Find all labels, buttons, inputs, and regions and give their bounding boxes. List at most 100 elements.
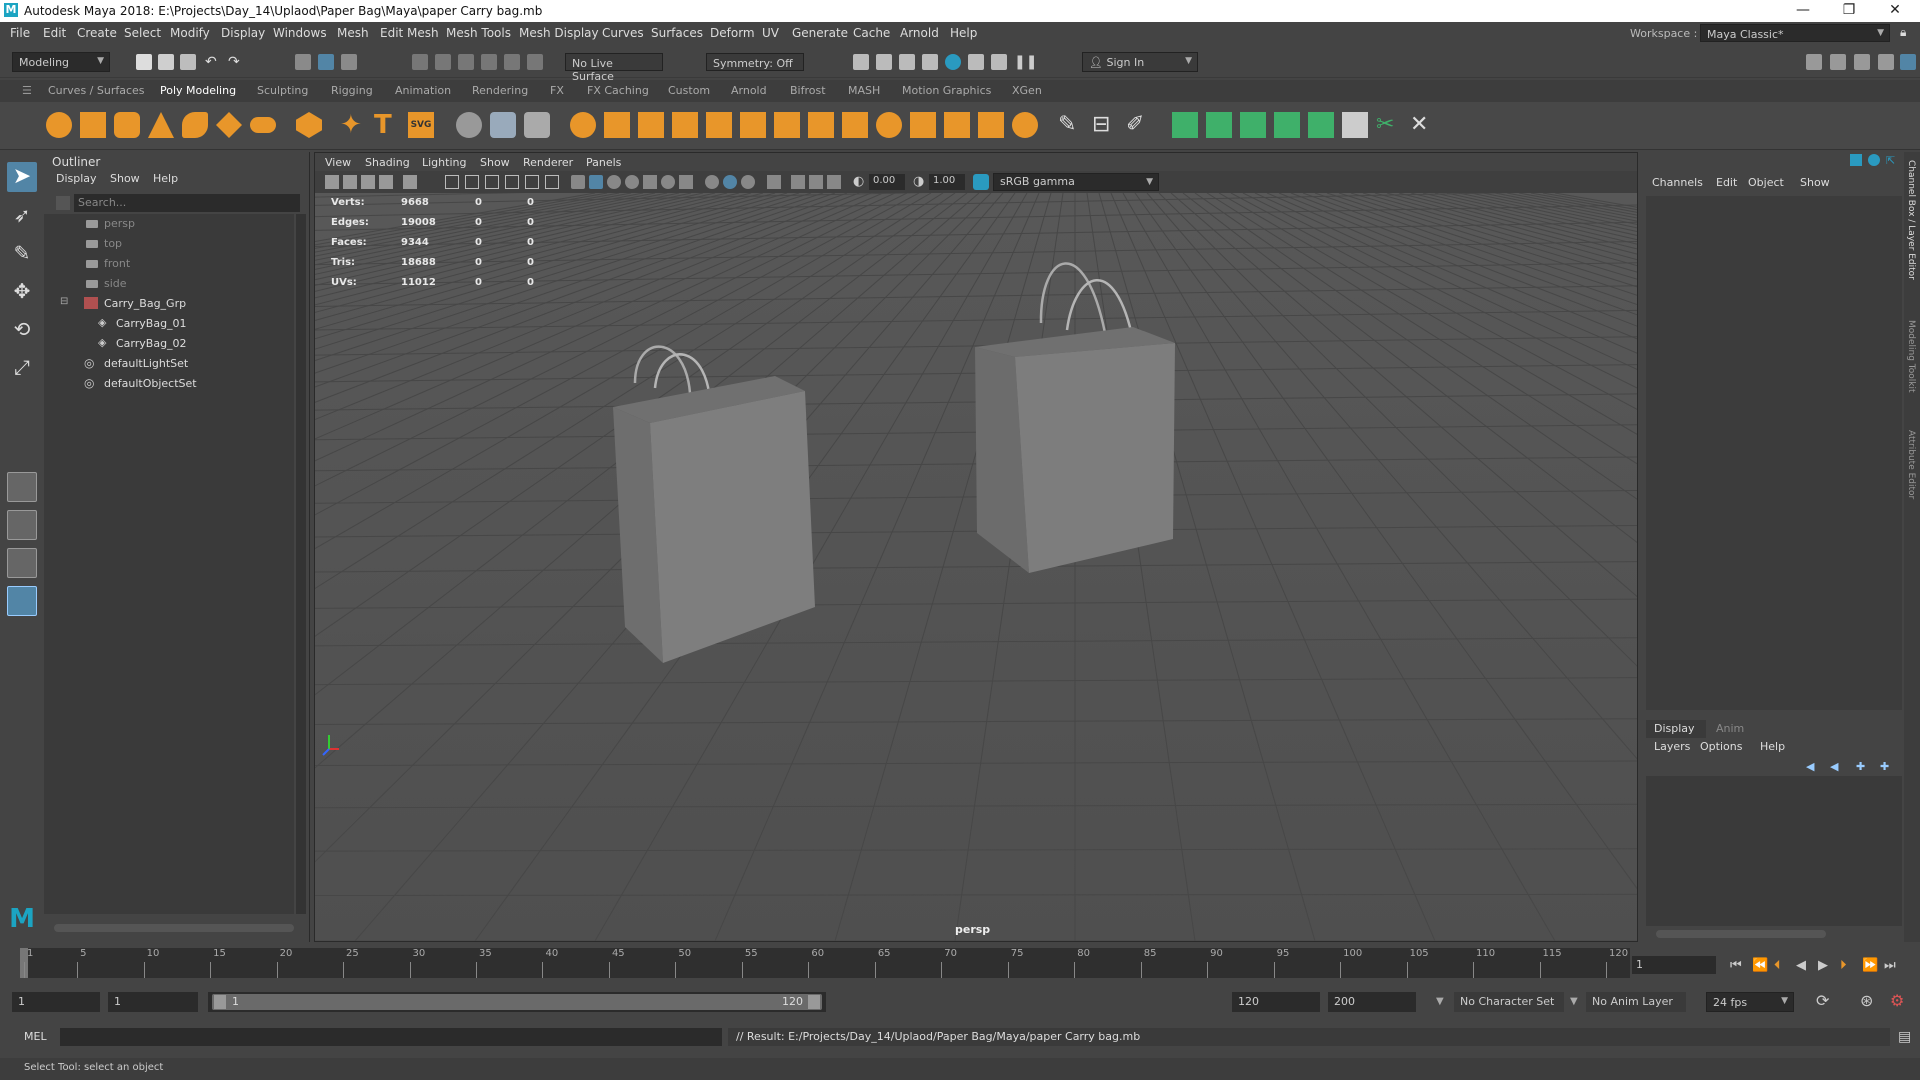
menu-modify[interactable]: Modify <box>170 26 210 40</box>
channel-box-icon[interactable] <box>1850 154 1862 166</box>
wedge-icon[interactable] <box>1012 112 1038 138</box>
menu-uv[interactable]: UV <box>762 26 779 40</box>
pause-viewport-icon[interactable]: ❚❚ <box>1014 54 1037 70</box>
shelf-tab-rendering[interactable]: Rendering <box>472 84 528 97</box>
shelf-tab-fx[interactable]: FX <box>550 84 564 97</box>
timeline-track[interactable]: 1 5 10 15 20 25 30 35 40 45 50 55 60 65 70 75 80 85 90 95 10… <box>20 948 1630 978</box>
checker-icon[interactable] <box>1342 112 1368 138</box>
select-by-hierarchy-icon[interactable] <box>295 54 311 70</box>
platonic-solid-icon[interactable] <box>296 112 322 138</box>
layer-menu-options[interactable]: Options <box>1700 740 1742 753</box>
outliner-search-input[interactable]: Search... <box>74 194 300 212</box>
animation-end-field[interactable]: 200 <box>1328 992 1416 1012</box>
fill-hole-icon[interactable] <box>740 112 766 138</box>
layer-tab-display[interactable]: Display <box>1654 722 1695 735</box>
view-transform-dropdown[interactable]: sRGB gamma ▼ <box>993 173 1159 191</box>
filter-icon[interactable] <box>56 196 70 210</box>
motion-blur-icon[interactable] <box>723 175 737 189</box>
edge-loop-icon[interactable]: ⊟ <box>1092 112 1118 138</box>
shelf-tab-motion-graphics[interactable]: Motion Graphics <box>902 84 991 97</box>
grease-pencil-icon[interactable] <box>403 175 417 189</box>
lasso-tool-icon[interactable]: ➶ <box>7 200 37 230</box>
menu-cache[interactable]: Cache <box>853 26 890 40</box>
textured-icon[interactable] <box>643 175 657 189</box>
light-editor-icon[interactable] <box>991 54 1007 70</box>
shelf-tab-fx-caching[interactable]: FX Caching <box>587 84 649 97</box>
menu-curves[interactable]: Curves <box>602 26 644 40</box>
bevel-icon[interactable] <box>910 112 936 138</box>
range-start-grip[interactable] <box>214 995 226 1009</box>
mirror-icon[interactable] <box>706 112 732 138</box>
loop-icon[interactable]: ⟳ <box>1816 991 1829 1010</box>
safe-action-icon[interactable] <box>545 175 559 189</box>
range-bar[interactable]: 1 120 <box>208 992 826 1012</box>
outliner-item-defaultlightset[interactable]: ◎ defaultLightSet <box>44 354 294 374</box>
range-end-grip[interactable] <box>808 995 820 1009</box>
pin-icon[interactable]: ⇱ <box>1886 154 1895 167</box>
viewport-menu-view[interactable]: View <box>325 156 351 169</box>
scale-tool-icon[interactable]: ⤢ <box>7 352 37 382</box>
modeling-toolkit-icon[interactable] <box>1806 54 1822 70</box>
side-tab-channel-box[interactable]: Channel Box / Layer Editor <box>1906 160 1916 280</box>
anim-layer-chevron-icon[interactable]: ▼ <box>1570 996 1578 1007</box>
gamma-field[interactable]: 1.00 <box>929 174 965 190</box>
close-button[interactable]: ✕ <box>1872 0 1918 22</box>
live-surface-field[interactable]: No Live Surface <box>565 53 663 83</box>
layer-hscrollbar[interactable] <box>1656 930 1826 938</box>
outliner-item-persp[interactable]: persp <box>44 214 294 234</box>
snap-surface-icon[interactable] <box>504 54 520 70</box>
channel-show-menu[interactable]: Show <box>1800 176 1830 189</box>
svg-tool-icon[interactable]: SVG <box>408 112 434 138</box>
character-set-chevron-icon[interactable]: ▼ <box>1436 996 1444 1007</box>
uv-automatic-icon[interactable] <box>1274 112 1300 138</box>
shelf-tab-rigging[interactable]: Rigging <box>331 84 373 97</box>
menu-arnold[interactable]: Arnold <box>900 26 939 40</box>
script-editor-icon[interactable]: ▤ <box>1898 1029 1911 1045</box>
step-forward-frame-icon[interactable]: ⏩ <box>1862 958 1878 973</box>
channel-box-area[interactable] <box>1646 196 1902 710</box>
go-to-end-icon[interactable]: ⏭ <box>1884 958 1896 973</box>
smooth-shade-icon[interactable] <box>589 175 603 189</box>
shelf-tab-custom[interactable]: Custom <box>668 84 710 97</box>
character-set-field[interactable]: No Character Set <box>1454 992 1564 1012</box>
sign-in-button[interactable]: 👤︎ Sign In ▼ <box>1082 52 1198 72</box>
play-backward-icon[interactable]: ◀ <box>1796 958 1806 973</box>
xray-components-icon[interactable] <box>827 175 841 189</box>
layer-menu-layers[interactable]: Layers <box>1654 740 1690 753</box>
outliner-layout-icon[interactable] <box>7 586 37 616</box>
snap-grid-icon[interactable] <box>412 54 428 70</box>
command-input[interactable] <box>60 1028 722 1046</box>
outliner-item-carrybag-02[interactable]: ◈ CarryBag_02 <box>44 334 294 354</box>
xray-joints-icon[interactable] <box>809 175 823 189</box>
snap-view-icon[interactable] <box>481 54 497 70</box>
play-forward-icon[interactable]: ▶ <box>1818 958 1828 973</box>
poly-cylinder-icon[interactable] <box>114 112 140 138</box>
type-tool-icon[interactable]: T <box>374 112 400 138</box>
render-frame-icon[interactable] <box>876 54 892 70</box>
isolate-select-icon[interactable] <box>767 175 781 189</box>
bevel-tool-icon[interactable] <box>490 112 516 138</box>
bridge-icon[interactable] <box>876 112 902 138</box>
camera-attributes-icon[interactable] <box>343 175 357 189</box>
layer-list[interactable] <box>1646 776 1902 926</box>
snap-curve-icon[interactable] <box>435 54 451 70</box>
image-plane-icon[interactable] <box>379 175 393 189</box>
menu-file[interactable]: File <box>10 26 30 40</box>
channel-object-menu[interactable]: Object <box>1748 176 1784 189</box>
smooth-icon[interactable] <box>672 112 698 138</box>
anti-aliasing-icon[interactable] <box>741 175 755 189</box>
xray-icon[interactable] <box>791 175 805 189</box>
render-view-icon[interactable] <box>853 54 869 70</box>
menu-mesh[interactable]: Mesh <box>337 26 369 40</box>
merge-icon[interactable] <box>944 112 970 138</box>
channel-edit-menu[interactable]: Edit <box>1716 176 1737 189</box>
viewport-menu-panels[interactable]: Panels <box>586 156 621 169</box>
default-material-icon[interactable] <box>607 175 621 189</box>
menu-mesh-tools[interactable]: Mesh Tools <box>446 26 511 40</box>
workspace-dropdown[interactable]: Maya Classic* ▼ <box>1700 24 1890 42</box>
animation-start-field[interactable]: 1 <box>12 992 100 1012</box>
playback-end-field[interactable]: 120 <box>1232 992 1320 1012</box>
move-layer-up-icon[interactable]: ◀ <box>1806 760 1814 773</box>
bookmark-icon[interactable] <box>361 175 375 189</box>
menu-edit-mesh[interactable]: Edit Mesh <box>380 26 439 40</box>
